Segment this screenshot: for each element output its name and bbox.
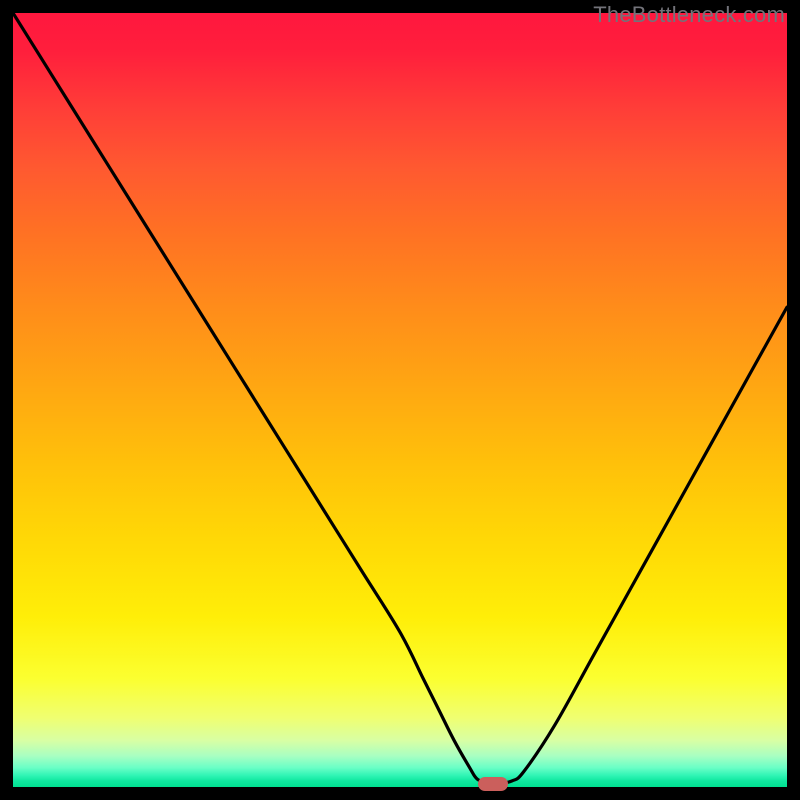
chart-container: TheBottleneck.com [0, 0, 800, 800]
bottleneck-curve-path [13, 13, 787, 784]
min-marker [478, 777, 508, 791]
watermark-text: TheBottleneck.com [593, 2, 785, 28]
plot-area [13, 13, 787, 787]
curve-svg [13, 13, 787, 787]
